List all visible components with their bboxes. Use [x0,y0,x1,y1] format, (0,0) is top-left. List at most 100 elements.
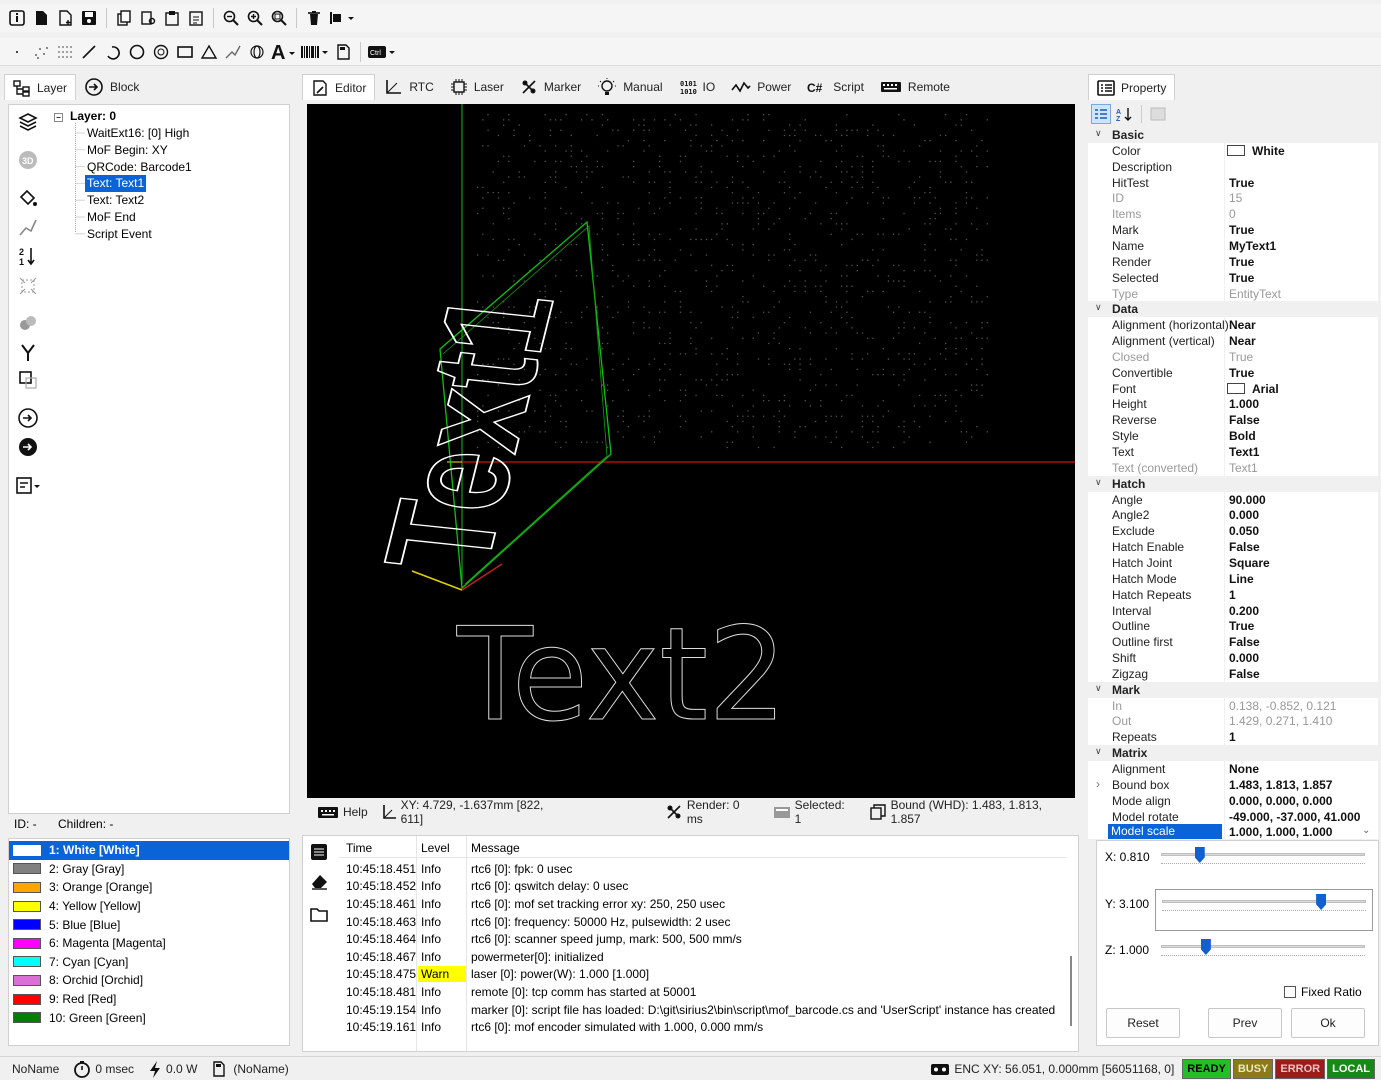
tab-editor[interactable]: Editor [302,74,376,100]
ok-button[interactable]: Ok [1291,1008,1365,1038]
log-header-time[interactable]: Time [346,841,372,855]
tab-manual[interactable]: Manual [589,74,670,100]
log-row[interactable]: 10:45:18.452 Info rtc6 [0]: qswitch delay:… [339,878,1067,896]
tree-item[interactable]: Script Event [87,226,152,243]
collapse-chevron-icon[interactable]: ∨ [1095,746,1102,757]
property-value[interactable]: 1.483, 1.813, 1.857 [1229,778,1332,792]
fork-icon[interactable] [17,341,39,363]
property-value[interactable]: False [1229,667,1260,681]
property-value[interactable]: 0 [1229,207,1236,221]
zoom-out-icon[interactable] [220,7,242,29]
property-row[interactable]: Alignment (vertical) Near [1088,333,1378,349]
property-value[interactable]: True [1229,350,1253,364]
arc-icon[interactable] [102,41,124,63]
property-row[interactable]: Type EntityText [1088,285,1378,302]
property-row[interactable]: Hatch Joint Square [1088,554,1378,571]
explode-icon[interactable] [17,275,39,297]
align-icon[interactable] [327,7,357,29]
new-document-icon[interactable] [54,7,76,29]
property-row[interactable]: Repeats 1 [1088,729,1378,746]
log-list-icon[interactable] [309,842,329,862]
path-icon[interactable] [17,216,39,238]
polyline-icon[interactable] [222,41,244,63]
collapse-chevron-icon[interactable]: ∨ [1095,302,1102,313]
property-row[interactable]: Color White [1088,142,1378,159]
slider-x-thumb[interactable] [1194,847,1205,863]
property-category[interactable]: ∨ Basic [1088,127,1378,143]
new-file-icon[interactable] [30,7,52,29]
property-row[interactable]: Interval 0.200 [1088,602,1378,619]
property-value[interactable]: 0.000 [1229,651,1259,665]
prev-button[interactable]: Prev [1208,1008,1282,1038]
property-value[interactable]: MyText1 [1229,239,1276,253]
clipboard-icon[interactable] [185,7,207,29]
trepan-icon[interactable] [150,41,172,63]
property-value[interactable]: 0.138, -0.852, 0.121 [1229,699,1336,713]
property-value[interactable]: True [1229,255,1254,269]
tab-remote[interactable]: Remote [872,74,958,100]
property-value[interactable]: 90.000 [1229,493,1266,507]
property-value[interactable]: Square [1229,556,1270,570]
color-item[interactable]: 10: Green [Green] [9,1008,289,1027]
log-row[interactable]: 10:45:18.475 Warn laser [0]: power(W): 1.0… [339,966,1067,984]
property-value[interactable]: False [1229,540,1260,554]
property-category[interactable]: ∨ Data [1088,301,1378,318]
property-row[interactable]: Model rotate -49.000, -37.000, 41.000 [1088,808,1378,825]
property-value[interactable]: 1 [1229,588,1236,602]
color-item[interactable]: 3: Orange [Orange] [9,878,289,897]
tab-marker[interactable]: Marker [512,74,589,100]
property-value[interactable]: 0.000, 0.000, 0.000 [1229,794,1332,808]
property-value[interactable]: True [1229,619,1254,633]
property-category[interactable]: ∨ Matrix [1088,745,1378,761]
help-label[interactable]: Help [343,805,368,819]
tree-item[interactable]: WaitExt16: [0] High [87,125,189,142]
property-value[interactable]: Near [1229,318,1256,332]
log-scrollbar[interactable] [1070,956,1072,1026]
color-item[interactable]: 5: Blue [Blue] [9,915,289,934]
property-value[interactable]: Text1 [1229,445,1259,459]
property-row[interactable]: In 0.138, -0.852, 0.121 [1088,697,1378,714]
link-icon[interactable] [17,312,39,334]
property-value[interactable]: True [1229,223,1254,237]
property-value[interactable]: 1.000 [1229,397,1259,411]
property-value[interactable]: Arial [1252,382,1279,396]
copy-icon[interactable] [113,7,135,29]
property-row[interactable]: Text (converted) Text1 [1088,459,1378,476]
log-header-level[interactable]: Level [421,841,450,855]
cut-icon[interactable] [137,7,159,29]
info-icon[interactable] [6,7,28,29]
property-row[interactable]: Outline True [1088,618,1378,635]
triangle-icon[interactable] [198,41,220,63]
export-icon[interactable] [15,475,43,497]
property-row[interactable]: Hatch Enable False [1088,539,1378,555]
fill-bucket-icon[interactable] [17,187,39,209]
circle-icon[interactable] [126,41,148,63]
property-row[interactable]: Outline first False [1088,634,1378,651]
tab-property[interactable]: Property [1088,74,1176,100]
paste-icon[interactable] [161,7,183,29]
slider-y[interactable] [1155,889,1373,931]
categorized-icon[interactable] [1091,104,1111,124]
property-row[interactable]: Style Bold [1088,428,1378,444]
sd-card-icon[interactable] [332,41,354,63]
slider-y-thumb[interactable] [1316,894,1327,910]
property-value[interactable]: True [1229,271,1254,285]
property-row[interactable]: Closed True [1088,348,1378,365]
collapse-chevron-icon[interactable]: ∨ [1095,477,1102,488]
tree-item[interactable]: Text: Text2 [87,192,144,209]
property-row[interactable]: Convertible True [1088,364,1378,381]
delete-icon[interactable] [303,7,325,29]
property-row[interactable]: Description [1088,158,1378,175]
line-icon[interactable] [78,41,100,63]
property-row[interactable]: Angle 90.000 [1088,491,1378,508]
color-item[interactable]: 9: Red [Red] [9,990,289,1009]
group-icon[interactable] [17,369,39,391]
property-category[interactable]: ∨ Mark [1088,681,1378,698]
color-item[interactable]: 6: Magenta [Magenta] [9,934,289,953]
property-value[interactable]: 1.000, 1.000, 1.000 [1229,825,1332,839]
fixed-ratio-checkbox[interactable] [1284,986,1296,998]
property-row[interactable]: Hatch Repeats 1 [1088,586,1378,603]
tab-io[interactable]: 0101 1010 IO [671,74,724,100]
log-row[interactable]: 10:45:19.154 Info marker [0]: script file … [339,1001,1067,1019]
property-row[interactable]: Height 1.000 [1088,396,1378,413]
